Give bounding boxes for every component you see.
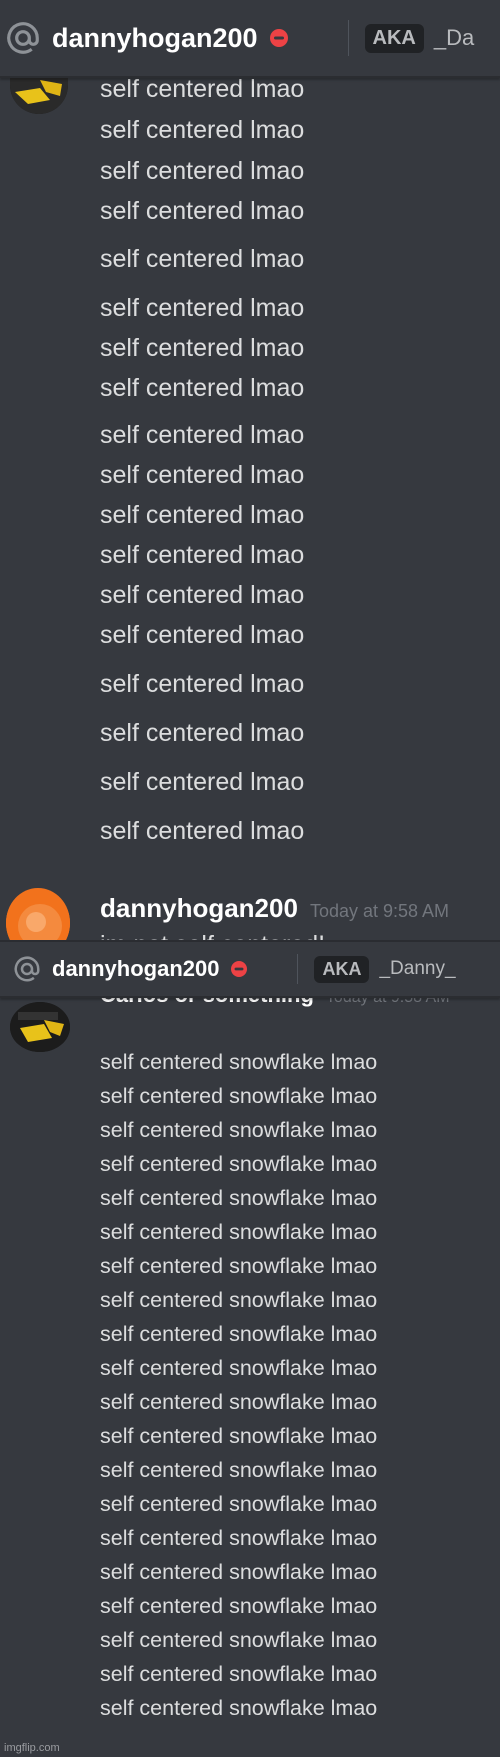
dm-header: dannyhogan200 AKA _Da bbox=[0, 0, 500, 78]
aka-badge: AKA bbox=[364, 23, 424, 53]
message-line: self centered snowflake lmao bbox=[100, 1322, 378, 1346]
message-line: self centered snowflake lmao bbox=[100, 1560, 378, 1584]
message-line: self centered snowflake lmao bbox=[100, 1152, 378, 1176]
message-line: self centered snowflake lmao bbox=[100, 1118, 378, 1142]
bottom-screenshot: dannyhogan200 AKA _Danny_ Carlos or some… bbox=[0, 940, 500, 1757]
message-line: self centered snowflake lmao bbox=[100, 1662, 378, 1686]
message-line: self centered snowflake lmao bbox=[100, 1594, 378, 1618]
dm-header: dannyhogan200 AKA _Danny_ bbox=[0, 942, 500, 998]
message-line: self centered snowflake lmao bbox=[100, 1628, 378, 1652]
message-line: self centered snowflake lmao bbox=[100, 1492, 378, 1516]
message-line: self centered lmao bbox=[100, 541, 305, 569]
aka-badge: AKA bbox=[314, 955, 370, 983]
message-line: self centered snowflake lmao bbox=[100, 1220, 378, 1244]
message-line: self centered lmao bbox=[100, 157, 305, 185]
message-timestamp: Today at 9:58 AM bbox=[309, 901, 450, 921]
message-line: self centered snowflake lmao bbox=[100, 1186, 378, 1210]
do-not-disturb-icon bbox=[231, 961, 248, 977]
message-line: self centered lmao bbox=[100, 294, 305, 322]
message-author[interactable]: dannyhogan200 Today at 9:58 AM bbox=[100, 893, 449, 924]
message-line: self centered lmao bbox=[100, 374, 305, 402]
message-line: self centered lmao bbox=[100, 421, 305, 449]
aka-name: _Da bbox=[433, 25, 475, 50]
message-line: self centered snowflake lmao bbox=[100, 1356, 378, 1380]
header-divider bbox=[297, 954, 299, 984]
message-line: self centered snowflake lmao bbox=[100, 1254, 378, 1278]
at-sign-icon bbox=[4, 19, 42, 57]
header-divider bbox=[347, 20, 349, 56]
message-line: self centered lmao bbox=[100, 621, 305, 649]
message-line: self centered snowflake lmao bbox=[100, 1526, 378, 1550]
avatar[interactable] bbox=[10, 1002, 70, 1052]
message-line: self centered lmao bbox=[100, 817, 305, 845]
message-line: self centered snowflake lmao bbox=[100, 1390, 378, 1414]
aka-name: _Danny_ bbox=[379, 958, 456, 979]
header-username[interactable]: dannyhogan200 bbox=[52, 23, 258, 54]
message-line: self centered lmao bbox=[100, 75, 305, 103]
message-line: self centered lmao bbox=[100, 501, 305, 529]
message-line: self centered lmao bbox=[100, 581, 305, 609]
watermark: imgflip.com bbox=[4, 1742, 60, 1754]
author-name[interactable]: dannyhogan200 bbox=[100, 893, 298, 923]
message-line: self centered lmao bbox=[100, 116, 305, 144]
message-line: self centered lmao bbox=[100, 334, 305, 362]
message-line: self centered lmao bbox=[100, 197, 305, 225]
message-line: self centered snowflake lmao bbox=[100, 1458, 378, 1482]
message-line: self centered lmao bbox=[100, 245, 305, 273]
message-line: self centered snowflake lmao bbox=[100, 1050, 378, 1074]
message-line: self centered snowflake lmao bbox=[100, 1696, 378, 1720]
header-username[interactable]: dannyhogan200 bbox=[52, 956, 219, 982]
message-line: self centered lmao bbox=[100, 768, 305, 796]
at-sign-icon bbox=[12, 954, 42, 984]
message-line: self centered lmao bbox=[100, 461, 305, 489]
do-not-disturb-icon bbox=[269, 29, 288, 47]
message-line: self centered snowflake lmao bbox=[100, 1424, 378, 1448]
top-screenshot: dannyhogan200 AKA _Da self centered lmao… bbox=[0, 0, 500, 980]
message-line: self centered snowflake lmao bbox=[100, 1288, 378, 1312]
message-line: self centered snowflake lmao bbox=[100, 1084, 378, 1108]
message-line: self centered lmao bbox=[100, 670, 305, 698]
message-line: self centered lmao bbox=[100, 719, 305, 747]
